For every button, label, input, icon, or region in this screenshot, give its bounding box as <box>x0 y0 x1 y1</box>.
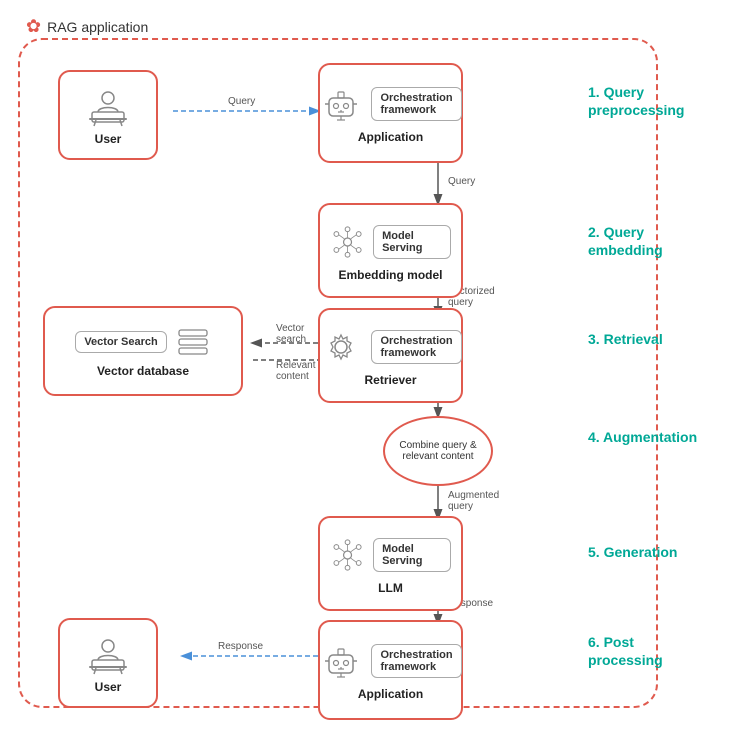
user-bottom-node: User <box>58 618 158 708</box>
llm-inner: Model Serving <box>373 538 451 572</box>
label-relevant: Relevantcontent <box>276 360 315 382</box>
app-top-inner: Orchestrationframework <box>371 87 461 121</box>
rag-icon: ✿ <box>26 16 41 37</box>
app-top-node: Orchestrationframework Application <box>318 63 463 163</box>
step-6-label: 6. Postprocessing <box>588 633 718 669</box>
label-query-2: Query <box>448 176 475 187</box>
rag-label: ✿ RAG application <box>26 16 148 37</box>
user-top-icon <box>86 84 130 128</box>
user-bottom-icon <box>86 632 130 676</box>
step-1-label: 1. Querypreprocessing <box>588 83 718 119</box>
user-bottom-label: User <box>95 680 122 694</box>
vector-db-icon <box>175 324 211 360</box>
embedding-icon <box>330 220 365 264</box>
user-top-node: User <box>58 70 158 160</box>
diagram-container: ✿ RAG application Q <box>8 8 728 723</box>
retriever-node: Orchestrationframework Retriever <box>318 308 463 403</box>
label-query-1: Query <box>228 96 255 107</box>
step-4-label: 4. Augmentation <box>588 428 718 446</box>
app-bottom-inner: Orchestrationframework <box>371 644 461 678</box>
combine-node: Combine query & relevant content <box>383 416 493 486</box>
llm-label: LLM <box>378 581 403 595</box>
retriever-label: Retriever <box>364 373 416 387</box>
retriever-icon <box>319 325 363 369</box>
vector-search-inner: Vector Search <box>75 331 166 353</box>
app-bottom-label: Application <box>358 687 423 701</box>
vector-db-label: Vector database <box>97 364 189 378</box>
app-bottom-icon <box>319 639 363 683</box>
app-top-icon <box>319 82 363 126</box>
combine-label: Combine query & relevant content <box>385 440 491 462</box>
rag-title: RAG application <box>47 19 148 35</box>
llm-node: Model Serving LLM <box>318 516 463 611</box>
embedding-node: Model Serving Embedding model <box>318 203 463 298</box>
app-top-label: Application <box>358 130 423 144</box>
app-bottom-node: Orchestrationframework Application <box>318 620 463 720</box>
label-response-2: Response <box>218 641 263 652</box>
vector-db-node: Vector Search Vector database <box>43 306 243 396</box>
step-5-label: 5. Generation <box>588 543 718 561</box>
retriever-inner: Orchestrationframework <box>371 330 461 364</box>
embedding-inner: Model Serving <box>373 225 451 259</box>
llm-icon <box>330 533 365 577</box>
label-augmented: Augmentedquery <box>448 490 499 512</box>
step-3-label: 3. Retrieval <box>588 330 718 348</box>
label-vector-search: Vectorsearch <box>276 323 306 345</box>
embedding-label: Embedding model <box>338 268 442 282</box>
user-top-label: User <box>95 132 122 146</box>
step-2-label: 2. Queryembedding <box>588 223 718 259</box>
